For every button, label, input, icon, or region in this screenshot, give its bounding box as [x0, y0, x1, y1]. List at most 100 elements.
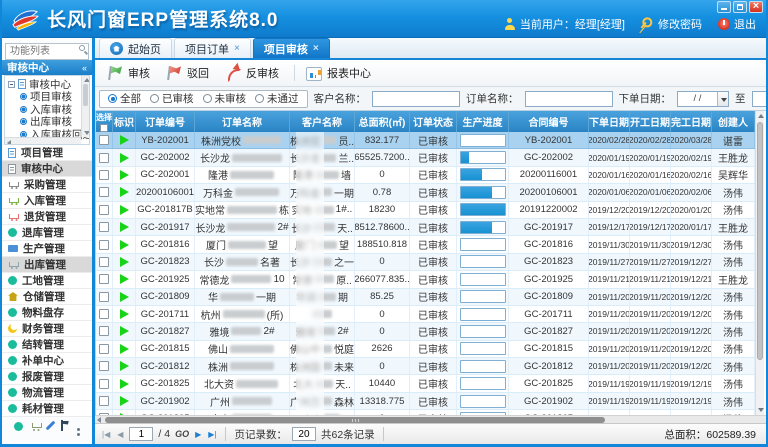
scroll-left-icon[interactable] — [97, 417, 101, 423]
sidebar-item-结转管理[interactable]: 结转管理 — [2, 337, 92, 353]
sidebar-item-入库管理[interactable]: 入库管理 — [2, 193, 92, 209]
table-row[interactable]: GC-201812株洲株洲国未来0已审核GC-2018122019/11/202… — [96, 358, 755, 375]
row-checkbox[interactable] — [99, 222, 109, 232]
radio-全部[interactable]: 全部 — [108, 91, 141, 106]
table-row[interactable]: 20200106001万科金万科金一期0.78已审核20200106001202… — [96, 184, 755, 201]
scroll-down-icon[interactable] — [84, 131, 90, 135]
grid-vertical-scrollbar[interactable] — [755, 111, 764, 415]
footer-site-flag-icon[interactable] — [60, 418, 69, 436]
row-checkbox[interactable] — [99, 292, 109, 302]
tab-close-icon[interactable]: × — [313, 44, 319, 54]
tree-scroll-thumb[interactable] — [83, 84, 88, 106]
row-checkbox[interactable] — [99, 240, 109, 250]
row-checkbox[interactable] — [99, 326, 109, 336]
order-date-to-picker[interactable]: / / — [752, 91, 767, 107]
radio-已审核[interactable]: 已审核 — [150, 91, 194, 106]
sidebar-item-采购管理[interactable]: 采购管理 — [2, 177, 92, 193]
select-all-checkbox[interactable] — [100, 124, 108, 132]
close-icon[interactable] — [749, 1, 763, 13]
sidebar-item-审核中心[interactable]: 审核中心 — [2, 161, 92, 177]
row-checkbox[interactable] — [99, 361, 109, 371]
table-row[interactable]: GC-201925常德龙10常德原..266077.835..已审核GC-201… — [96, 271, 755, 288]
tree-vertical-scrollbar[interactable] — [81, 76, 89, 137]
sidebar-item-生产管理[interactable]: 生产管理 — [2, 241, 92, 257]
row-checkbox[interactable] — [99, 170, 109, 180]
scroll-up-icon[interactable] — [758, 114, 764, 118]
row-checkbox[interactable] — [99, 344, 109, 354]
row-checkbox[interactable] — [99, 257, 109, 267]
function-search-input[interactable] — [5, 43, 89, 60]
page-size-input[interactable] — [292, 427, 316, 441]
table-row[interactable]: GC-202001隆港隆港墙0已审核202001160012020/01/162… — [96, 167, 755, 184]
tree-horizontal-scrollbar[interactable] — [5, 137, 81, 144]
table-row[interactable]: GC-201902广州广州万森林13318.775已审核GC-201902201… — [96, 393, 755, 410]
sidebar-item-退库管理[interactable]: 退库管理 — [2, 225, 92, 241]
sidebar-item-补单中心[interactable]: 补单中心 — [2, 353, 92, 369]
row-checkbox[interactable] — [99, 274, 109, 284]
table-row[interactable]: GC-201827雅境2#雅境2#0已审核GC-2018272019/11/20… — [96, 323, 755, 340]
row-checkbox[interactable] — [99, 396, 109, 406]
reject-button[interactable]: 驳回 — [162, 63, 217, 83]
table-row[interactable]: GC-201823长沙名著长沙之一0已审核GC-2018232019/11/27… — [96, 254, 755, 271]
maximize-icon[interactable] — [733, 1, 747, 13]
minimize-icon[interactable] — [717, 1, 731, 13]
table-row[interactable]: GC-201825北大资北大天..10440已审核GC-2018252019/1… — [96, 375, 755, 392]
table-row[interactable]: GC-202002长沙龙长沙龙兰..65525.7200..已审核GC-2020… — [96, 149, 755, 166]
sidebar-item-退货管理[interactable]: 退货管理 — [2, 209, 92, 225]
prev-page-button[interactable] — [116, 430, 124, 439]
sidebar-item-物料盘存[interactable]: 物料盘存 — [2, 305, 92, 321]
tab-close-icon[interactable]: × — [234, 44, 240, 54]
table-row[interactable]: GC-201711杭州(所)0已审核GC-2017112019/11/20201… — [96, 306, 755, 323]
grid-horizontal-scrollbar[interactable] — [95, 415, 766, 423]
grid-hscroll-thumb[interactable] — [105, 417, 605, 423]
scroll-left-icon[interactable] — [7, 140, 11, 146]
footer-purchase-cart-icon[interactable] — [31, 418, 42, 436]
sidebar-item-工地管理[interactable]: 工地管理 — [2, 273, 92, 289]
row-checkbox[interactable] — [99, 153, 109, 163]
table-row[interactable]: GC-201809华一期华润期85.25已审核GC-2018092019/11/… — [96, 289, 755, 306]
unaudit-button[interactable]: 反审核 — [221, 63, 287, 83]
last-page-button[interactable] — [207, 430, 217, 439]
row-checkbox[interactable] — [99, 309, 109, 319]
page-number-input[interactable] — [129, 427, 153, 441]
tab-home[interactable]: 起始页 — [99, 38, 172, 58]
sidebar-panel-header[interactable]: 审核中心 « — [2, 60, 92, 75]
go-button[interactable]: GO — [175, 429, 189, 439]
next-page-button[interactable] — [194, 430, 202, 439]
table-row[interactable]: GC-201815佛山佛山中悦庭2626已审核GC-2018152019/11/… — [96, 341, 755, 358]
row-checkbox[interactable] — [99, 187, 109, 197]
audit-button[interactable]: 审核 — [103, 63, 158, 83]
reports-button[interactable]: 报表中心 — [302, 63, 379, 83]
grid-scroll-thumb[interactable] — [757, 122, 763, 360]
row-checkbox[interactable] — [99, 379, 109, 389]
row-checkbox[interactable] — [99, 135, 109, 145]
collapse-icon[interactable]: « — [82, 63, 87, 73]
tree-collapse-icon[interactable] — [8, 81, 15, 88]
sidebar-item-出库管理[interactable]: 出库管理 — [2, 257, 92, 273]
order-name-input[interactable] — [525, 91, 613, 107]
sidebar-item-仓储管理[interactable]: 仓储管理 — [2, 289, 92, 305]
table-row[interactable]: GC-201817B实地常栋实地1#..18230已审核201912200022… — [96, 202, 755, 219]
logout-button[interactable]: 退出 — [718, 16, 756, 32]
change-password-button[interactable]: 修改密码 — [641, 16, 702, 32]
sidebar-item-物流管理[interactable]: 物流管理 — [2, 385, 92, 401]
sidebar-item-耗材管理[interactable]: 耗材管理 — [2, 401, 92, 417]
footer-audit-circle-icon[interactable] — [14, 418, 23, 436]
first-page-button[interactable] — [101, 430, 111, 439]
footer-edit-pen-icon[interactable] — [49, 418, 52, 436]
sidebar-item-报废管理[interactable]: 报废管理 — [2, 369, 92, 385]
table-row[interactable]: GC-201816厦门望厦门望188510.818已审核GC-201816201… — [96, 236, 755, 253]
row-checkbox[interactable] — [99, 205, 109, 215]
sidebar-item-财务管理[interactable]: 财务管理 — [2, 321, 92, 337]
table-row[interactable]: GC-201917长沙龙2#长沙天..8512.78600..已审核GC-201… — [96, 219, 755, 236]
sidebar-item-项目管理[interactable]: 项目管理 — [2, 145, 92, 161]
tab-audit[interactable]: 项目审核× — [253, 38, 330, 58]
footer-more-icon[interactable] — [77, 418, 80, 436]
tab-orders[interactable]: 项目订单× — [174, 38, 251, 58]
search-icon[interactable] — [79, 45, 85, 51]
scroll-up-icon[interactable] — [84, 78, 90, 82]
table-row[interactable]: YB-202001株洲党校株洲党员..832.177已审核YB-20200120… — [96, 132, 755, 149]
customer-name-input[interactable] — [372, 91, 460, 107]
radio-未通过[interactable]: 未通过 — [255, 91, 299, 106]
scroll-down-icon[interactable] — [758, 408, 764, 412]
